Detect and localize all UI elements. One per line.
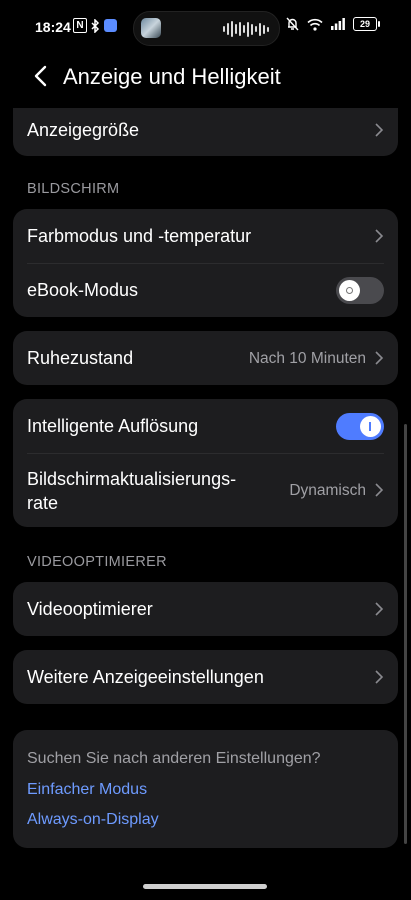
color-mode-row[interactable]: Farbmodus und -temperatur xyxy=(13,209,398,263)
more-display-card: Weitere Anzeigeeinstellungen xyxy=(13,650,398,704)
chevron-right-icon xyxy=(375,229,384,243)
audio-wave-icon xyxy=(223,21,269,37)
scrollbar[interactable] xyxy=(404,424,407,844)
ebook-mode-label: eBook-Modus xyxy=(27,280,139,300)
more-display-label: Weitere Anzeigeeinstellungen xyxy=(27,667,264,687)
battery-icon: 29 xyxy=(353,17,380,31)
sleep-label: Ruhezustand xyxy=(27,348,134,368)
page-title: Anzeige und Helligkeit xyxy=(63,64,281,89)
smart-resolution-label: Intelligente Auflösung xyxy=(27,416,199,436)
video-optimizer-label: Videooptimierer xyxy=(27,599,153,619)
status-right-icons: 29 xyxy=(286,17,380,31)
refresh-rate-row[interactable]: Bildschirmaktualisierungs- rate Dynamisc… xyxy=(13,453,398,527)
refresh-rate-value: Dynamisch xyxy=(289,482,366,499)
ebook-mode-row[interactable]: eBook-Modus xyxy=(13,263,398,317)
bluetooth-icon xyxy=(91,18,100,33)
chevron-right-icon xyxy=(375,123,384,137)
always-on-display-link[interactable]: Always-on-Display xyxy=(27,811,159,829)
toggle-knob xyxy=(360,416,381,437)
mute-bell-icon xyxy=(286,17,299,31)
status-left-icons: N xyxy=(73,18,117,33)
page-header: Anzeige und Helligkeit xyxy=(0,52,411,108)
sleep-card: Ruhezustand Nach 10 Minuten xyxy=(13,331,398,385)
resolution-card: Intelligente Auflösung Bildschirmaktuali… xyxy=(13,399,398,527)
signal-icon xyxy=(331,18,345,30)
chevron-right-icon xyxy=(375,602,384,616)
color-mode-label: Farbmodus und -temperatur xyxy=(27,226,252,246)
wifi-icon xyxy=(307,18,323,31)
toggle-knob xyxy=(339,280,360,301)
sleep-row[interactable]: Ruhezustand Nach 10 Minuten xyxy=(13,331,398,385)
refresh-rate-label-line1: Bildschirmaktualisierungs- xyxy=(27,469,237,489)
nfc-icon: N xyxy=(73,18,87,33)
app-notification-icon xyxy=(104,19,117,32)
ebook-mode-toggle[interactable] xyxy=(336,277,384,304)
back-arrow-icon[interactable] xyxy=(30,64,54,88)
status-bar: 18:24 N 29 xyxy=(0,0,411,52)
more-display-row[interactable]: Weitere Anzeigeeinstellungen xyxy=(13,650,398,704)
display-size-card: Anzeigegröße xyxy=(13,108,398,156)
sleep-value: Nach 10 Minuten xyxy=(248,350,366,367)
video-optimizer-row[interactable]: Videooptimierer xyxy=(13,582,398,636)
album-art-icon xyxy=(141,18,161,38)
screen-card: Farbmodus und -temperatur eBook-Modus xyxy=(13,209,398,317)
smart-resolution-row[interactable]: Intelligente Auflösung xyxy=(13,399,398,453)
display-size-row[interactable]: Anzeigegröße xyxy=(13,108,398,156)
simple-mode-link[interactable]: Einfacher Modus xyxy=(27,781,147,799)
home-indicator[interactable] xyxy=(143,884,267,889)
dynamic-island[interactable] xyxy=(133,11,280,46)
smart-resolution-toggle[interactable] xyxy=(336,413,384,440)
chevron-right-icon xyxy=(375,483,384,497)
chevron-right-icon xyxy=(375,670,384,684)
display-size-label: Anzeigegröße xyxy=(27,120,140,140)
section-video-heading: VIDEOOPTIMIERER xyxy=(27,554,167,570)
section-screen-heading: BILDSCHIRM xyxy=(27,181,120,197)
suggestions-card: Suchen Sie nach anderen Einstellungen? E… xyxy=(13,730,398,848)
status-time: 18:24 xyxy=(35,19,71,35)
suggestions-prompt: Suchen Sie nach anderen Einstellungen? xyxy=(27,750,321,767)
video-optimizer-card: Videooptimierer xyxy=(13,582,398,636)
refresh-rate-label-line2: rate xyxy=(27,493,59,513)
settings-list[interactable]: Anzeigegröße BILDSCHIRM Farbmodus und -t… xyxy=(0,108,411,900)
chevron-right-icon xyxy=(375,351,384,365)
